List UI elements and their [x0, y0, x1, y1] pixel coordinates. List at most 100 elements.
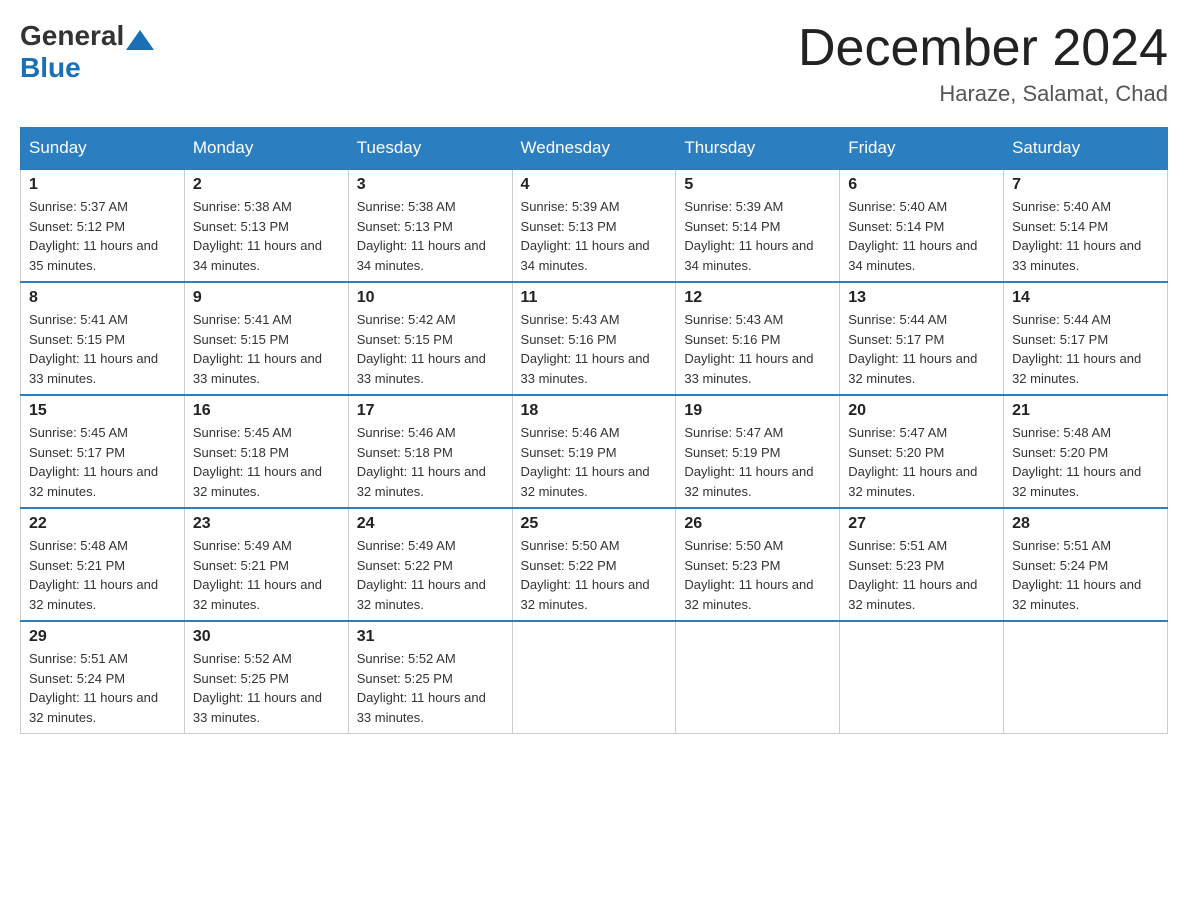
week-row-5: 29 Sunrise: 5:51 AMSunset: 5:24 PMDaylig… — [21, 621, 1168, 734]
day-info: Sunrise: 5:42 AMSunset: 5:15 PMDaylight:… — [357, 312, 486, 386]
calendar-cell: 31 Sunrise: 5:52 AMSunset: 5:25 PMDaylig… — [348, 621, 512, 734]
col-saturday: Saturday — [1004, 128, 1168, 170]
day-number: 14 — [1012, 289, 1159, 307]
calendar-cell: 21 Sunrise: 5:48 AMSunset: 5:20 PMDaylig… — [1004, 395, 1168, 508]
calendar-cell — [840, 621, 1004, 734]
day-number: 23 — [193, 515, 340, 533]
day-number: 15 — [29, 402, 176, 420]
col-monday: Monday — [184, 128, 348, 170]
day-number: 30 — [193, 628, 340, 646]
day-info: Sunrise: 5:40 AMSunset: 5:14 PMDaylight:… — [848, 199, 977, 273]
calendar-cell — [676, 621, 840, 734]
calendar-cell: 11 Sunrise: 5:43 AMSunset: 5:16 PMDaylig… — [512, 282, 676, 395]
day-info: Sunrise: 5:41 AMSunset: 5:15 PMDaylight:… — [29, 312, 158, 386]
calendar-cell: 13 Sunrise: 5:44 AMSunset: 5:17 PMDaylig… — [840, 282, 1004, 395]
day-number: 6 — [848, 176, 995, 194]
title-area: December 2024 Haraze, Salamat, Chad — [798, 20, 1168, 107]
day-number: 20 — [848, 402, 995, 420]
day-info: Sunrise: 5:45 AMSunset: 5:17 PMDaylight:… — [29, 425, 158, 499]
day-info: Sunrise: 5:39 AMSunset: 5:14 PMDaylight:… — [684, 199, 813, 273]
day-number: 25 — [521, 515, 668, 533]
day-number: 27 — [848, 515, 995, 533]
header: General Blue December 2024 Haraze, Salam… — [20, 20, 1168, 107]
day-number: 7 — [1012, 176, 1159, 194]
calendar-cell — [1004, 621, 1168, 734]
col-wednesday: Wednesday — [512, 128, 676, 170]
day-info: Sunrise: 5:46 AMSunset: 5:18 PMDaylight:… — [357, 425, 486, 499]
calendar-cell: 12 Sunrise: 5:43 AMSunset: 5:16 PMDaylig… — [676, 282, 840, 395]
day-number: 9 — [193, 289, 340, 307]
calendar-cell — [512, 621, 676, 734]
calendar-cell: 3 Sunrise: 5:38 AMSunset: 5:13 PMDayligh… — [348, 169, 512, 282]
day-number: 16 — [193, 402, 340, 420]
calendar-table: Sunday Monday Tuesday Wednesday Thursday… — [20, 127, 1168, 734]
day-info: Sunrise: 5:52 AMSunset: 5:25 PMDaylight:… — [357, 651, 486, 725]
calendar-cell: 19 Sunrise: 5:47 AMSunset: 5:19 PMDaylig… — [676, 395, 840, 508]
day-info: Sunrise: 5:39 AMSunset: 5:13 PMDaylight:… — [521, 199, 650, 273]
week-row-1: 1 Sunrise: 5:37 AMSunset: 5:12 PMDayligh… — [21, 169, 1168, 282]
day-info: Sunrise: 5:48 AMSunset: 5:21 PMDaylight:… — [29, 538, 158, 612]
calendar-cell: 18 Sunrise: 5:46 AMSunset: 5:19 PMDaylig… — [512, 395, 676, 508]
day-number: 22 — [29, 515, 176, 533]
day-number: 28 — [1012, 515, 1159, 533]
day-number: 13 — [848, 289, 995, 307]
week-row-2: 8 Sunrise: 5:41 AMSunset: 5:15 PMDayligh… — [21, 282, 1168, 395]
day-info: Sunrise: 5:51 AMSunset: 5:24 PMDaylight:… — [1012, 538, 1141, 612]
day-number: 21 — [1012, 402, 1159, 420]
day-number: 2 — [193, 176, 340, 194]
day-number: 3 — [357, 176, 504, 194]
day-info: Sunrise: 5:41 AMSunset: 5:15 PMDaylight:… — [193, 312, 322, 386]
calendar-cell: 10 Sunrise: 5:42 AMSunset: 5:15 PMDaylig… — [348, 282, 512, 395]
calendar-cell: 26 Sunrise: 5:50 AMSunset: 5:23 PMDaylig… — [676, 508, 840, 621]
calendar-cell: 27 Sunrise: 5:51 AMSunset: 5:23 PMDaylig… — [840, 508, 1004, 621]
day-info: Sunrise: 5:47 AMSunset: 5:20 PMDaylight:… — [848, 425, 977, 499]
day-info: Sunrise: 5:44 AMSunset: 5:17 PMDaylight:… — [848, 312, 977, 386]
calendar-cell: 23 Sunrise: 5:49 AMSunset: 5:21 PMDaylig… — [184, 508, 348, 621]
day-info: Sunrise: 5:50 AMSunset: 5:23 PMDaylight:… — [684, 538, 813, 612]
col-tuesday: Tuesday — [348, 128, 512, 170]
day-info: Sunrise: 5:49 AMSunset: 5:21 PMDaylight:… — [193, 538, 322, 612]
calendar-cell: 28 Sunrise: 5:51 AMSunset: 5:24 PMDaylig… — [1004, 508, 1168, 621]
day-number: 8 — [29, 289, 176, 307]
day-info: Sunrise: 5:43 AMSunset: 5:16 PMDaylight:… — [684, 312, 813, 386]
col-sunday: Sunday — [21, 128, 185, 170]
day-number: 26 — [684, 515, 831, 533]
calendar-cell: 2 Sunrise: 5:38 AMSunset: 5:13 PMDayligh… — [184, 169, 348, 282]
day-info: Sunrise: 5:45 AMSunset: 5:18 PMDaylight:… — [193, 425, 322, 499]
day-number: 19 — [684, 402, 831, 420]
calendar-cell: 5 Sunrise: 5:39 AMSunset: 5:14 PMDayligh… — [676, 169, 840, 282]
day-info: Sunrise: 5:37 AMSunset: 5:12 PMDaylight:… — [29, 199, 158, 273]
day-number: 17 — [357, 402, 504, 420]
calendar-cell: 25 Sunrise: 5:50 AMSunset: 5:22 PMDaylig… — [512, 508, 676, 621]
day-info: Sunrise: 5:38 AMSunset: 5:13 PMDaylight:… — [357, 199, 486, 273]
day-info: Sunrise: 5:49 AMSunset: 5:22 PMDaylight:… — [357, 538, 486, 612]
day-number: 31 — [357, 628, 504, 646]
day-info: Sunrise: 5:44 AMSunset: 5:17 PMDaylight:… — [1012, 312, 1141, 386]
calendar-cell: 6 Sunrise: 5:40 AMSunset: 5:14 PMDayligh… — [840, 169, 1004, 282]
week-row-4: 22 Sunrise: 5:48 AMSunset: 5:21 PMDaylig… — [21, 508, 1168, 621]
calendar-cell: 1 Sunrise: 5:37 AMSunset: 5:12 PMDayligh… — [21, 169, 185, 282]
calendar-cell: 9 Sunrise: 5:41 AMSunset: 5:15 PMDayligh… — [184, 282, 348, 395]
calendar-cell: 22 Sunrise: 5:48 AMSunset: 5:21 PMDaylig… — [21, 508, 185, 621]
day-info: Sunrise: 5:52 AMSunset: 5:25 PMDaylight:… — [193, 651, 322, 725]
day-info: Sunrise: 5:51 AMSunset: 5:23 PMDaylight:… — [848, 538, 977, 612]
calendar-cell: 8 Sunrise: 5:41 AMSunset: 5:15 PMDayligh… — [21, 282, 185, 395]
calendar-cell: 30 Sunrise: 5:52 AMSunset: 5:25 PMDaylig… — [184, 621, 348, 734]
calendar-cell: 20 Sunrise: 5:47 AMSunset: 5:20 PMDaylig… — [840, 395, 1004, 508]
logo-general-text: General — [20, 20, 124, 52]
calendar-cell: 17 Sunrise: 5:46 AMSunset: 5:18 PMDaylig… — [348, 395, 512, 508]
day-number: 11 — [521, 289, 668, 307]
week-row-3: 15 Sunrise: 5:45 AMSunset: 5:17 PMDaylig… — [21, 395, 1168, 508]
calendar-cell: 16 Sunrise: 5:45 AMSunset: 5:18 PMDaylig… — [184, 395, 348, 508]
month-year-title: December 2024 — [798, 20, 1168, 77]
day-info: Sunrise: 5:38 AMSunset: 5:13 PMDaylight:… — [193, 199, 322, 273]
day-info: Sunrise: 5:50 AMSunset: 5:22 PMDaylight:… — [521, 538, 650, 612]
col-friday: Friday — [840, 128, 1004, 170]
logo: General Blue — [20, 20, 156, 84]
day-number: 12 — [684, 289, 831, 307]
day-info: Sunrise: 5:51 AMSunset: 5:24 PMDaylight:… — [29, 651, 158, 725]
day-number: 5 — [684, 176, 831, 194]
day-number: 10 — [357, 289, 504, 307]
day-info: Sunrise: 5:43 AMSunset: 5:16 PMDaylight:… — [521, 312, 650, 386]
calendar-cell: 14 Sunrise: 5:44 AMSunset: 5:17 PMDaylig… — [1004, 282, 1168, 395]
